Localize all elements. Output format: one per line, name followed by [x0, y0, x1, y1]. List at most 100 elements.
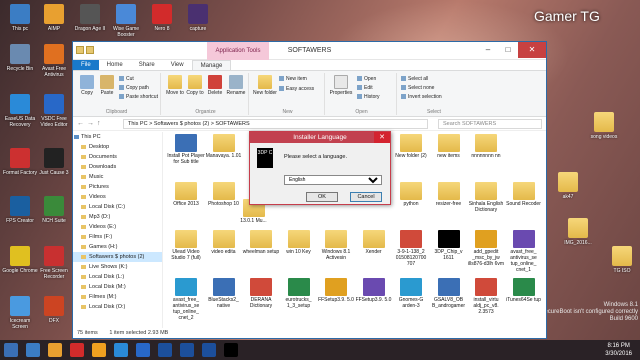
- desktop-icon[interactable]: Dragon Age II: [72, 4, 108, 32]
- file-item[interactable]: add_gpedit _msc_by_jw ills876-d3lh 6vm: [467, 230, 505, 267]
- start-button[interactable]: [4, 343, 18, 357]
- nav-item[interactable]: Filmes (M:): [73, 292, 162, 302]
- new-folder-button[interactable]: New folder: [253, 75, 277, 96]
- taskbar-app-icon[interactable]: [70, 343, 84, 357]
- desktop-icon[interactable]: Wise Game Booster: [108, 4, 144, 38]
- file-item[interactable]: avast_free_ antivirus_se tup_online_ cne…: [505, 230, 543, 273]
- file-item[interactable]: 3DP_Chip_v 1611: [430, 230, 468, 261]
- dialog-close-button[interactable]: ✕: [374, 132, 390, 143]
- nav-item[interactable]: Local Disk (M:): [73, 282, 162, 292]
- desktop-icon[interactable]: Nero 8: [144, 4, 180, 32]
- folder-item[interactable]: win 10 Key: [280, 230, 318, 255]
- cut-button[interactable]: Cut: [119, 76, 134, 82]
- select-all-button[interactable]: Select all: [401, 76, 428, 82]
- taskbar-app-icon[interactable]: [180, 343, 194, 357]
- nav-item[interactable]: Desktop: [73, 142, 162, 152]
- tab-view[interactable]: View: [163, 60, 192, 70]
- nav-item[interactable]: Live Shows (K:): [73, 262, 162, 272]
- nav-item[interactable]: Games (H:): [73, 242, 162, 252]
- taskbar-app-icon[interactable]: [92, 343, 106, 357]
- nav-item[interactable]: Local Disk (C:): [73, 202, 162, 212]
- nav-item[interactable]: Local Disk (L:): [73, 272, 162, 282]
- open-button[interactable]: Open: [357, 76, 376, 82]
- taskbar-app-icon[interactable]: [136, 343, 150, 357]
- desktop-icon[interactable]: DFX: [36, 296, 72, 324]
- folder-item[interactable]: Ulead Video Studio 7 (full): [167, 230, 205, 261]
- desktop-icon[interactable]: Icecream Screen: [2, 296, 38, 330]
- desktop-icon[interactable]: song videos: [586, 112, 622, 140]
- desktop-icon[interactable]: FPS Creator: [2, 196, 38, 224]
- language-select[interactable]: English: [284, 175, 382, 185]
- search-input[interactable]: Search SOFTAWERS: [438, 119, 542, 129]
- nav-item[interactable]: Local Disk (O:): [73, 302, 162, 312]
- folder-item[interactable]: wheelman setup: [242, 230, 280, 255]
- folder-item[interactable]: Office 2013: [167, 182, 205, 207]
- folder-item[interactable]: Sinhala English Dictionary: [467, 182, 505, 213]
- properties-button[interactable]: Properties: [327, 75, 355, 96]
- desktop-icon[interactable]: AIMP: [36, 4, 72, 32]
- tab-share[interactable]: Share: [131, 60, 163, 70]
- file-item[interactable]: Gnomes-G arden-3: [392, 278, 430, 309]
- address-bar[interactable]: This PC > Softawers $ photos (2) > SOFTA…: [123, 119, 428, 129]
- copy-path-button[interactable]: Copy path: [119, 85, 149, 91]
- ok-button[interactable]: OK: [306, 192, 338, 202]
- nav-item[interactable]: Videos (E:): [73, 222, 162, 232]
- clock[interactable]: 8:16 PM 3/30/2016: [605, 342, 632, 358]
- nav-item[interactable]: Downloads: [73, 162, 162, 172]
- cancel-button[interactable]: Cancel: [350, 192, 382, 202]
- desktop-icon[interactable]: Avast Free Antivirus: [36, 44, 72, 78]
- file-item[interactable]: install_virtu aldj_pc_v8. 2.3573: [467, 278, 505, 315]
- easy-access-button[interactable]: Easy access: [279, 86, 314, 92]
- folder-item[interactable]: Sound Recoder: [505, 182, 543, 207]
- tab-home[interactable]: Home: [99, 60, 131, 70]
- navigation-arrows[interactable]: ←→↑: [77, 120, 104, 127]
- desktop-icon[interactable]: ak47: [550, 172, 586, 200]
- nav-item[interactable]: Videos: [73, 192, 162, 202]
- tab-file[interactable]: File: [73, 60, 99, 70]
- folder-item[interactable]: New folder (2): [392, 134, 430, 159]
- delete-button[interactable]: Delete: [205, 75, 225, 96]
- select-none-button[interactable]: Select none: [401, 85, 434, 91]
- minimize-button[interactable]: –: [478, 42, 498, 58]
- invert-selection-button[interactable]: Invert selection: [401, 94, 442, 100]
- maximize-button[interactable]: □: [498, 42, 518, 58]
- paste-shortcut-button[interactable]: Paste shortcut: [119, 94, 158, 100]
- tab-manage[interactable]: Manage: [191, 60, 232, 70]
- new-item-button[interactable]: New item: [279, 76, 307, 82]
- taskbar-app-icon[interactable]: [48, 343, 62, 357]
- folder-item[interactable]: Manavaya. 1.01: [205, 134, 243, 159]
- file-item[interactable]: iTunes64Se tup: [505, 278, 543, 303]
- folder-item[interactable]: video edita: [205, 230, 243, 255]
- nav-item[interactable]: Films (F:): [73, 232, 162, 242]
- desktop-icon[interactable]: IMG_2016...: [560, 218, 596, 246]
- nav-item[interactable]: Softawers $ photos (2): [73, 252, 162, 262]
- edit-button[interactable]: Edit: [357, 85, 373, 91]
- file-item[interactable]: 3-9-1-138_2 01508120700 707: [392, 230, 430, 267]
- taskbar-app-icon[interactable]: [158, 343, 172, 357]
- history-button[interactable]: History: [357, 94, 380, 100]
- taskbar-app-icon[interactable]: [224, 343, 238, 357]
- desktop-icon[interactable]: EaseUS Data Recovery: [2, 94, 38, 128]
- nav-item[interactable]: Documents: [73, 152, 162, 162]
- desktop-icon[interactable]: This pc: [2, 4, 38, 32]
- desktop-icon[interactable]: Google Chrome: [2, 246, 38, 274]
- paste-button[interactable]: Paste: [97, 75, 117, 96]
- taskbar-app-icon[interactable]: [114, 343, 128, 357]
- file-item[interactable]: FFSetup3.9. 5.0: [355, 278, 393, 303]
- folder-item[interactable]: resizer-free: [430, 182, 468, 207]
- folder-item[interactable]: Xender: [355, 230, 393, 255]
- desktop-icon[interactable]: Just Cause 3: [36, 148, 72, 176]
- desktop-icon[interactable]: VSDC Free Video Editor: [36, 94, 72, 128]
- desktop-icon[interactable]: Format Factory: [2, 148, 38, 176]
- folder-item[interactable]: python: [392, 182, 430, 207]
- desktop-icon[interactable]: TG ISO: [604, 246, 640, 274]
- folder-item[interactable]: nnnnnnnn nn: [467, 134, 505, 159]
- nav-item[interactable]: Music: [73, 172, 162, 182]
- taskbar-app-icon[interactable]: [202, 343, 216, 357]
- desktop-icon[interactable]: Free Screen Recorder: [36, 246, 72, 280]
- folder-item[interactable]: new items: [430, 134, 468, 159]
- move-to-button[interactable]: Move to: [165, 75, 185, 96]
- copy-button[interactable]: Copy: [77, 75, 97, 96]
- desktop-icon[interactable]: NCH Suite: [36, 196, 72, 224]
- file-item[interactable]: BlueStacks2_ native: [205, 278, 243, 309]
